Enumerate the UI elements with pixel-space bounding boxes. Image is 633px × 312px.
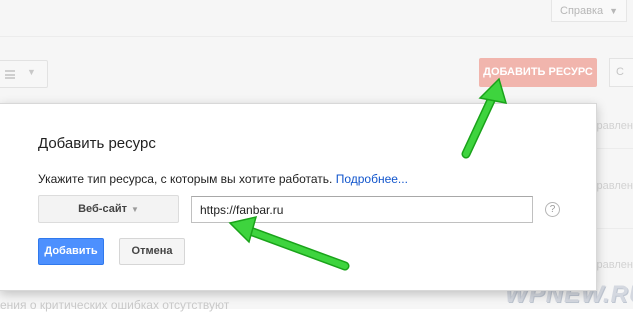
resource-type-select[interactable]: Веб-сайт ▼ — [38, 195, 179, 223]
chevron-down-icon: ▼ — [609, 6, 618, 16]
help-dropdown[interactable]: Справка ▼ — [551, 0, 627, 22]
list-icon — [5, 70, 15, 79]
description-text: Укажите тип ресурса, с которым вы хотите… — [38, 172, 333, 186]
chevron-down-icon: ▼ — [27, 67, 36, 77]
help-icon[interactable]: ? — [545, 202, 560, 217]
dialog-description: Укажите тип ресурса, с которым вы хотите… — [38, 172, 408, 186]
divider — [597, 228, 633, 229]
learn-more-link[interactable]: Подробнее... — [336, 172, 408, 186]
dialog-title: Добавить ресурс — [38, 135, 156, 152]
add-resource-button[interactable]: ДОБАВИТЬ РЕСУРС — [479, 58, 597, 87]
status-message: ения о критических ошибках отсутствуют — [0, 298, 230, 312]
view-mode-button[interactable]: ▼ — [0, 60, 48, 88]
divider — [597, 148, 633, 149]
help-label: Справка — [560, 5, 604, 17]
chevron-down-icon: ▼ — [130, 205, 139, 214]
cancel-button[interactable]: Отмена — [119, 238, 185, 265]
edge-button[interactable]: С — [609, 58, 633, 87]
divider — [0, 36, 633, 37]
add-resource-dialog: Добавить ресурс Укажите тип ресурса, с к… — [0, 103, 597, 291]
resource-type-value: Веб-сайт — [78, 203, 127, 215]
add-button[interactable]: Добавить — [38, 238, 104, 265]
url-input[interactable] — [191, 196, 533, 223]
